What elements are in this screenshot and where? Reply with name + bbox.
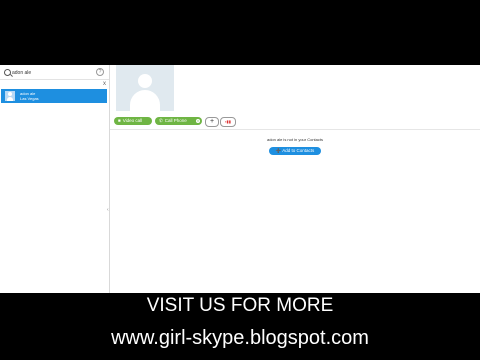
search-icon <box>4 69 11 76</box>
not-in-contacts-notice: adon ale is not in your Contacts <box>266 137 324 142</box>
conversation-pane: ■ Video call ✆ Call Phone ▾ + ▪▮▮ adon ale… <box>110 65 480 293</box>
search-box: ? <box>2 68 106 78</box>
video-camera-icon: ■ <box>118 118 121 123</box>
search-input[interactable] <box>12 68 92 77</box>
call-phone-label: Call Phone <box>164 118 187 123</box>
sidebar: ? x adon ale Las Vegas <box>0 65 110 293</box>
call-phone-button[interactable]: ✆ Call Phone ▾ <box>155 117 202 125</box>
add-to-contacts-button[interactable]: ➕ Add to Contacts <box>269 147 321 155</box>
search-result-item[interactable]: adon ale Las Vegas <box>1 89 107 103</box>
chevron-down-icon[interactable]: ▾ <box>196 119 200 123</box>
promo-caption: VISIT US FOR MORE <box>146 295 334 316</box>
collapse-sidebar-handle[interactable]: ‹ <box>107 207 109 213</box>
skype-window: ? x adon ale Las Vegas ‹ ■Video call ✆Ca… <box>0 65 480 293</box>
avatar-body-shape <box>130 90 160 111</box>
profile-picture <box>116 65 174 111</box>
add-participants-button[interactable]: + <box>205 117 219 127</box>
clear-search-icon[interactable]: x <box>103 81 106 87</box>
promo-url: www.girl-skype.blogspot.com <box>111 327 369 349</box>
divider <box>110 129 480 130</box>
video-call-label: Video call <box>122 118 143 123</box>
phone-icon: ✆ <box>159 118 163 123</box>
avatar-head-shape <box>138 74 152 88</box>
call-quality-icon[interactable]: ▪▮▮ <box>220 117 236 127</box>
video-call-button[interactable]: ■ Video call <box>114 117 152 125</box>
result-location: Las Vegas <box>20 96 39 101</box>
avatar <box>5 91 15 101</box>
help-icon[interactable]: ? <box>96 68 104 76</box>
